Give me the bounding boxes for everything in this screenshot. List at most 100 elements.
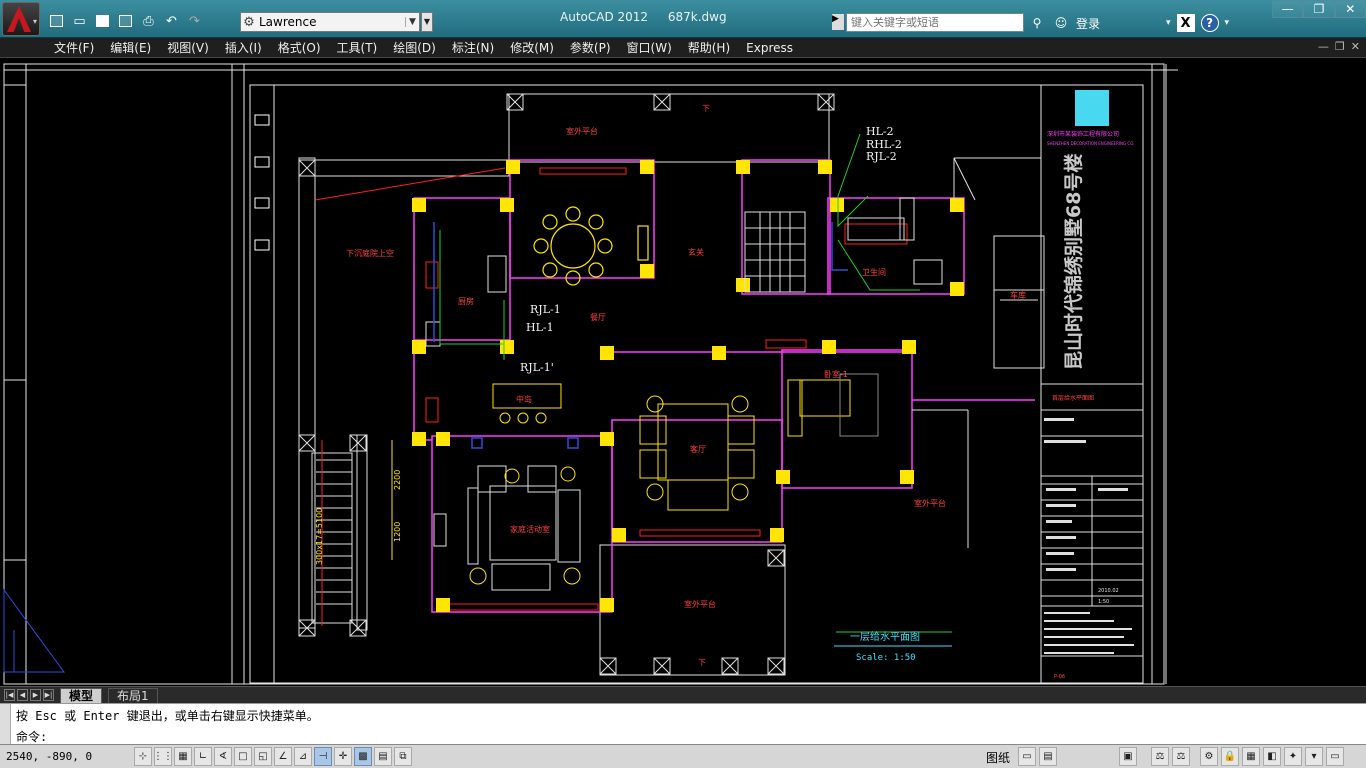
down-label-bottom: 下 <box>698 658 706 667</box>
model-space-label[interactable]: 图纸 <box>986 749 1010 766</box>
lock-icon[interactable]: 🔒 <box>1221 747 1239 766</box>
window-title: AutoCAD 2012 687k.dwg <box>560 10 743 24</box>
help-icon[interactable]: ? <box>1200 14 1219 32</box>
title-bar: ▾ ▭ ⎙ ↶ ↷ ⚙ Lawrence ▼ ▼ AutoCAD 2012 68… <box>0 0 1366 38</box>
annotation-visibility-icon[interactable]: ⚖ <box>1172 747 1190 766</box>
menu-help[interactable]: 帮助(H) <box>680 39 738 56</box>
doc-restore-button[interactable]: ❐ <box>1335 40 1345 53</box>
pan-icon[interactable]: ▣ <box>1119 747 1137 766</box>
menu-view[interactable]: 视图(V) <box>159 39 217 56</box>
quick-view-drawings-icon[interactable]: ▤ <box>1039 747 1057 766</box>
menu-file[interactable]: 文件(F) <box>46 39 102 56</box>
osnap-icon[interactable]: □ <box>234 747 252 766</box>
restore-button[interactable]: ❐ <box>1303 0 1335 18</box>
status-menu-icon[interactable]: ▾ <box>1305 747 1323 766</box>
room-label-dining: 餐厅 <box>590 313 606 322</box>
otrack-icon[interactable]: ∠ <box>274 747 292 766</box>
chevron-down-icon[interactable]: ▾ <box>1166 18 1171 28</box>
quick-access-toolbar: ▭ ⎙ ↶ ↷ <box>46 10 205 32</box>
drawing-canvas[interactable]: 室外平台 玄关 餐厅 厨房 中岛 客厅 家庭活动室 卫生间 卧室-1 车库 下沉… <box>0 58 1366 686</box>
transparency-icon[interactable]: ▩ <box>354 747 372 766</box>
menu-tools[interactable]: 工具(T) <box>329 39 386 56</box>
snap-icon[interactable]: ⋮⋮ <box>153 747 173 766</box>
doc-minimize-button[interactable]: — <box>1318 40 1329 53</box>
tab-model[interactable]: 模型 <box>60 687 103 703</box>
binoculars-icon[interactable]: ⚲ <box>1028 14 1046 32</box>
last-tab-icon[interactable]: ▶| <box>43 689 54 701</box>
room-label-kitchen: 厨房 <box>458 296 474 306</box>
next-tab-icon[interactable]: ▶ <box>30 689 41 701</box>
infer-constraints-icon[interactable]: ⊹ <box>134 747 152 766</box>
menu-bar: 文件(F) 编辑(E) 视图(V) 插入(I) 格式(O) 工具(T) 绘图(D… <box>0 38 1366 58</box>
status-bar: 2540, -890, 0 ⊹ ⋮⋮ ▦ ∟ ∢ □ ◱ ∠ ⊿ ⊣ ✛ ▩ ▤… <box>0 744 1366 768</box>
search-expand-button[interactable]: ▶ <box>832 14 844 30</box>
menu-parametric[interactable]: 参数(P) <box>562 39 619 56</box>
menu-window[interactable]: 窗口(W) <box>619 39 680 56</box>
project-name: 昆山时代锦绣别墅68号楼 <box>1062 154 1085 370</box>
room-label-garage: 车库 <box>1010 290 1026 300</box>
customize-qat-button[interactable]: ▼ <box>421 12 433 32</box>
room-label-foyer: 玄关 <box>688 247 704 257</box>
polar-icon[interactable]: ∢ <box>214 747 232 766</box>
command-window-grip[interactable] <box>0 704 11 745</box>
drawing-date: 2010.02 <box>1098 588 1119 594</box>
lightbulb-icon[interactable]: ✦ <box>1284 747 1302 766</box>
annotation-scale-icon[interactable]: ⚖ <box>1151 747 1169 766</box>
save-icon[interactable] <box>92 11 113 32</box>
application-menu-button[interactable]: ▾ <box>2 2 40 36</box>
exchange-icon[interactable]: X <box>1176 14 1195 32</box>
hardware-accel-icon[interactable]: ▦ <box>1242 747 1260 766</box>
workspace-dropdown[interactable]: ⚙ Lawrence ▼ <box>240 12 420 32</box>
menu-edit[interactable]: 编辑(E) <box>102 39 159 56</box>
menu-express[interactable]: Express <box>738 41 801 55</box>
user-icon[interactable]: ☺ <box>1052 14 1070 32</box>
menu-format[interactable]: 格式(O) <box>270 39 329 56</box>
first-tab-icon[interactable]: |◀ <box>4 689 15 701</box>
status-tray: ▭ ▤ ▣ ⚖ ⚖ ⚙ 🔒 ▦ ◧ ✦ ▾ ▭ <box>1018 747 1344 766</box>
minimize-button[interactable]: — <box>1272 0 1304 18</box>
ducs-icon[interactable]: ⊿ <box>294 747 312 766</box>
doc-close-button[interactable]: ✕ <box>1351 40 1360 53</box>
isolate-objects-icon[interactable]: ◧ <box>1263 747 1281 766</box>
search-input[interactable] <box>846 13 1024 32</box>
coordinate-readout[interactable]: 2540, -890, 0 <box>6 750 92 763</box>
file-name: 687k.dwg <box>667 10 727 24</box>
3d-osnap-icon[interactable]: ◱ <box>254 747 272 766</box>
dimension-2200: 2200 <box>393 470 402 490</box>
print-icon[interactable]: ⎙ <box>138 11 159 32</box>
infocenter-toolbar: ⚲ ☺ 登录 ▾ X ? ▾ <box>1028 12 1229 34</box>
open-icon[interactable]: ▭ <box>69 11 90 32</box>
grid-icon[interactable]: ▦ <box>174 747 192 766</box>
lineweight-icon[interactable]: ✛ <box>334 747 352 766</box>
command-window[interactable]: 按 Esc 或 Enter 键退出，或单击右键显示快捷菜单。 命令: <box>0 703 1366 745</box>
dyn-input-icon[interactable]: ⊣ <box>314 747 332 766</box>
room-label-family: 家庭活动室 <box>510 524 550 534</box>
menu-draw[interactable]: 绘图(D) <box>385 39 444 56</box>
app-name: AutoCAD 2012 <box>560 10 649 24</box>
workspace-switch-icon[interactable]: ⚙ <box>1200 747 1218 766</box>
pipe-label-rjl2: RJL-2 <box>866 150 897 163</box>
clean-screen-icon[interactable]: ▭ <box>1326 747 1344 766</box>
command-prompt[interactable]: 命令: <box>16 728 47 745</box>
quick-properties-icon[interactable]: ▤ <box>374 747 392 766</box>
drawing-scale-value: 1:50 <box>1098 599 1109 605</box>
login-label[interactable]: 登录 <box>1076 15 1100 32</box>
saveas-icon[interactable] <box>115 11 136 32</box>
quick-view-layouts-icon[interactable]: ▭ <box>1018 747 1036 766</box>
down-label-top: 下 <box>702 104 710 113</box>
menu-insert[interactable]: 插入(I) <box>217 39 270 56</box>
document-window-controls: — ❐ ✕ <box>1318 40 1360 53</box>
close-button[interactable]: ✕ <box>1334 0 1366 18</box>
prev-tab-icon[interactable]: ◀ <box>17 689 28 701</box>
menu-modify[interactable]: 修改(M) <box>502 39 562 56</box>
chevron-down-icon[interactable]: ▾ <box>1225 18 1230 28</box>
menu-dimension[interactable]: 标注(N) <box>444 39 502 56</box>
tab-nav-buttons: |◀ ◀ ▶ ▶| <box>4 689 54 701</box>
undo-icon[interactable]: ↶ <box>161 11 182 32</box>
selection-cycling-icon[interactable]: ⧉ <box>394 747 412 766</box>
chevron-down-icon: ▾ <box>32 17 37 26</box>
new-icon[interactable] <box>46 11 67 32</box>
tab-layout1[interactable]: 布局1 <box>108 687 158 703</box>
ortho-icon[interactable]: ∟ <box>194 747 212 766</box>
redo-icon[interactable]: ↷ <box>184 11 205 32</box>
